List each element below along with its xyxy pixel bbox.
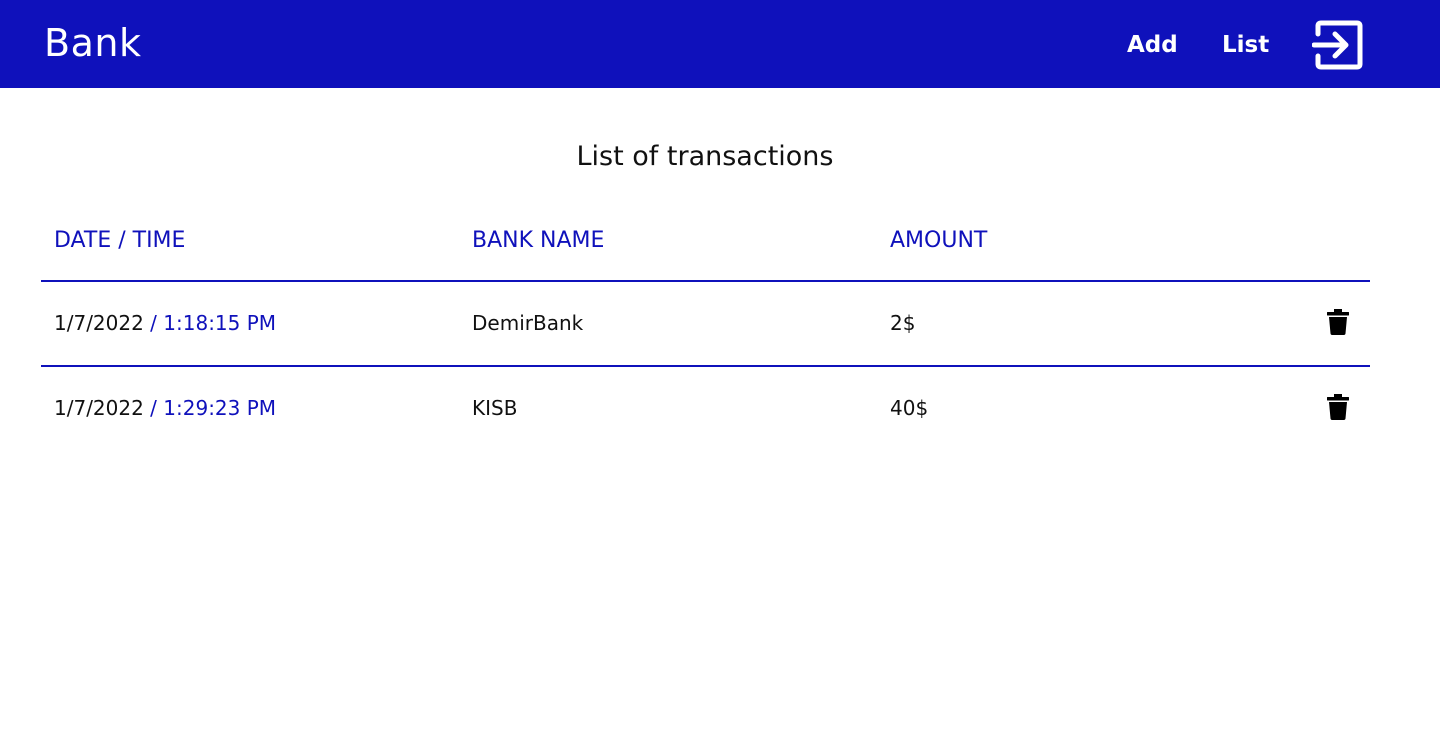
nav-add-link[interactable]: Add — [1127, 30, 1178, 60]
header-amount: AMOUNT — [890, 228, 988, 253]
nav-list-link[interactable]: List — [1222, 30, 1269, 60]
amount-cell: 40$ — [890, 396, 929, 420]
transactions-table: DATE / TIME BANK NAME AMOUNT 1/7/2022 / … — [41, 220, 1370, 450]
page-title: List of transactions — [576, 141, 834, 172]
trash-icon[interactable] — [1327, 309, 1349, 335]
date-text: 1/7/2022 — [54, 396, 144, 420]
amount-cell: 2$ — [890, 311, 916, 335]
top-navbar: Bank Add List — [0, 0, 1440, 88]
date-text: 1/7/2022 — [54, 311, 144, 335]
date-time-cell: 1/7/2022 / 1:29:23 PM — [54, 395, 276, 421]
bank-name-cell: KISB — [472, 396, 518, 420]
time-text: / 1:29:23 PM — [143, 396, 277, 420]
header-date-time: DATE / TIME — [54, 228, 186, 253]
time-text: / 1:18:15 PM — [143, 311, 277, 335]
table-header-row: DATE / TIME BANK NAME AMOUNT — [41, 220, 1370, 282]
header-bank-name: BANK NAME — [472, 228, 605, 253]
trash-icon[interactable] — [1327, 394, 1349, 420]
date-time-cell: 1/7/2022 / 1:18:15 PM — [54, 310, 276, 336]
table-row: 1/7/2022 / 1:29:23 PM KISB 40$ — [41, 367, 1370, 450]
bank-name-cell: DemirBank — [472, 311, 584, 335]
logout-icon[interactable] — [1311, 20, 1364, 70]
brand-title[interactable]: Bank — [44, 20, 141, 66]
table-row: 1/7/2022 / 1:18:15 PM DemirBank 2$ — [41, 282, 1370, 367]
